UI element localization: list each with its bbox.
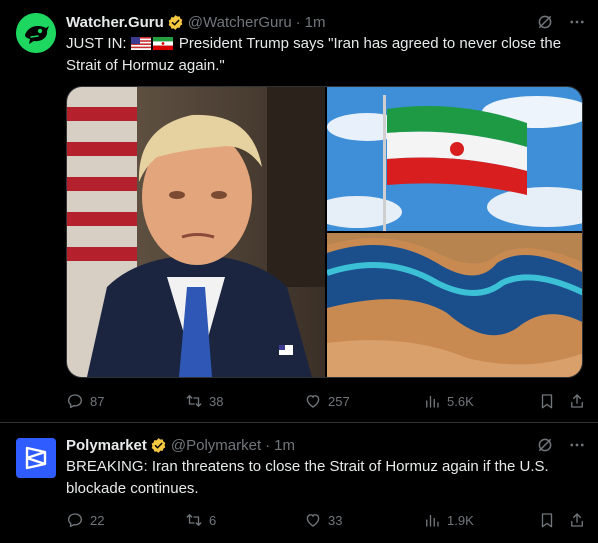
- reply-icon: [67, 513, 83, 528]
- display-name[interactable]: Watcher.Guru: [66, 14, 164, 31]
- reply-button[interactable]: 22: [66, 511, 185, 529]
- share-icon: [571, 513, 583, 527]
- timestamp[interactable]: 1m: [305, 14, 326, 31]
- reply-button[interactable]: 87: [66, 392, 185, 410]
- grok-icon[interactable]: [536, 13, 554, 31]
- action-bar: 87 38 257 5.6K: [66, 391, 586, 411]
- repost-button[interactable]: 6: [185, 511, 304, 529]
- repost-button[interactable]: 38: [185, 392, 304, 410]
- verified-badge-icon: [151, 437, 166, 453]
- bookmark-icon: [541, 394, 553, 409]
- user-handle[interactable]: @Polymarket: [171, 437, 261, 454]
- views-count: 5.6K: [447, 393, 474, 409]
- share-button[interactable]: [568, 392, 586, 410]
- iran-flag-image[interactable]: [327, 87, 582, 231]
- like-count: 33: [328, 512, 343, 528]
- tweet-text: BREAKING: Iran threatens to close the St…: [66, 458, 549, 497]
- verified-badge-icon: [168, 14, 183, 30]
- repost-icon: [186, 514, 202, 526]
- us-flag-icon: [130, 37, 151, 50]
- share-icon: [571, 394, 583, 408]
- tweet-header: Polymarket @Polymarket · 1m: [66, 435, 586, 455]
- reply-icon: [67, 394, 83, 409]
- heart-icon: [306, 514, 320, 527]
- heart-icon: [306, 395, 320, 408]
- repost-icon: [186, 395, 202, 407]
- bookmark-button[interactable]: [538, 392, 556, 410]
- grok-icon[interactable]: [536, 436, 554, 454]
- display-name[interactable]: Polymarket: [66, 437, 147, 454]
- views-chart-icon: [426, 395, 439, 408]
- reply-count: 22: [90, 512, 105, 528]
- separator-dot: ·: [265, 436, 271, 454]
- watcherguru-logo-icon: [16, 13, 56, 53]
- text-prefix: JUST IN:: [66, 35, 127, 52]
- user-handle[interactable]: @WatcherGuru: [188, 14, 292, 31]
- views-chart-icon: [426, 514, 439, 527]
- iran-flag-icon: [152, 37, 173, 50]
- views-button[interactable]: 5.6K: [423, 392, 474, 410]
- bookmark-icon: [541, 513, 553, 528]
- reply-count: 87: [90, 393, 105, 409]
- like-button[interactable]: 33: [304, 511, 423, 529]
- views-button[interactable]: 1.9K: [423, 511, 474, 529]
- more-options-icon[interactable]: [568, 13, 586, 31]
- watcherguru-avatar[interactable]: [16, 13, 56, 53]
- strait-of-hormuz-image[interactable]: [327, 233, 582, 377]
- tweet-header: Watcher.Guru @WatcherGuru · 1m: [66, 12, 586, 32]
- separator-dot: ·: [295, 13, 301, 31]
- like-button[interactable]: 257: [304, 392, 423, 410]
- media-grid[interactable]: [66, 86, 583, 378]
- tweet-text: JUST IN: President Trump says "Iran has …: [66, 33, 586, 77]
- tweet-watcherguru[interactable]: Watcher.Guru @WatcherGuru · 1m JUST IN:: [0, 0, 598, 423]
- repost-count: 38: [209, 393, 224, 409]
- repost-count: 6: [209, 512, 217, 528]
- more-options-icon[interactable]: [568, 436, 586, 454]
- views-count: 1.9K: [447, 512, 474, 528]
- polymarket-logo-icon: [16, 438, 56, 478]
- action-bar: 22 6 33 1.9K: [66, 510, 586, 530]
- share-button[interactable]: [568, 511, 586, 529]
- trump-portrait-image[interactable]: [67, 87, 325, 377]
- polymarket-avatar[interactable]: [16, 438, 56, 478]
- timestamp[interactable]: 1m: [274, 437, 295, 454]
- like-count: 257: [328, 393, 350, 409]
- bookmark-button[interactable]: [538, 511, 556, 529]
